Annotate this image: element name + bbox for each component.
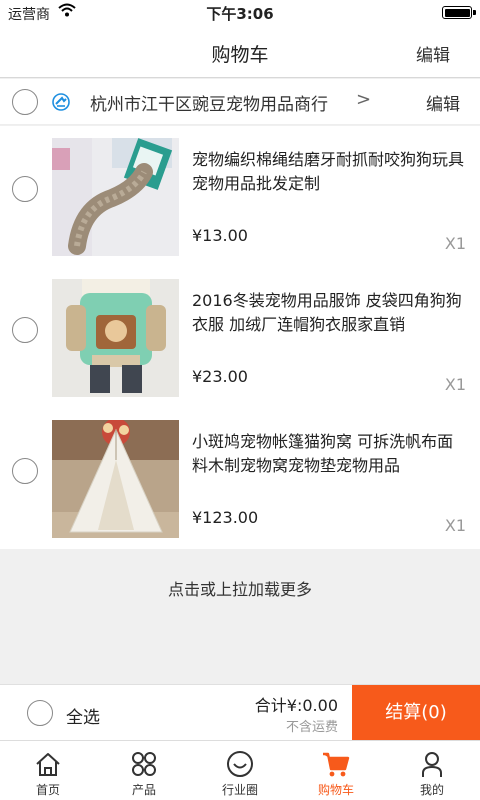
- cart-item: 小斑鸠宠物帐篷猫狗窝 可拆洗帆布面料木制宠物窝宠物垫宠物用品 ¥123.00 X…: [0, 408, 480, 549]
- tab-products-label: 产品: [131, 783, 156, 797]
- product-price: ¥123.00: [192, 508, 259, 527]
- tab-me[interactable]: 我的: [384, 741, 480, 800]
- user-icon: [422, 752, 442, 777]
- tab-me-label: 我的: [419, 783, 444, 797]
- product-quantity: X1: [444, 234, 466, 253]
- product-image[interactable]: [52, 420, 179, 538]
- tab-bar: 首页 产品 行业圈 购物车 我的: [0, 740, 480, 800]
- nav-bar: 购物车 编辑: [0, 26, 480, 78]
- tab-cart[interactable]: 购物车: [288, 741, 384, 800]
- checkout-button[interactable]: 结算(0): [352, 685, 480, 741]
- edit-button[interactable]: 编辑: [416, 41, 450, 66]
- battery-icon: [442, 6, 476, 19]
- clock: 下午3:06: [206, 5, 274, 23]
- select-all-radio[interactable]: [27, 700, 53, 726]
- tab-cart-label: 购物车: [317, 783, 354, 797]
- product-title[interactable]: 宠物编织棉绳结磨牙耐抓耐咬狗狗玩具宠物用品批发定制: [192, 148, 468, 196]
- shop-name-link[interactable]: 杭州市江干区豌豆宠物用品商行: [90, 90, 328, 115]
- cart-item: 宠物编织棉绳结磨牙耐抓耐咬狗狗玩具宠物用品批发定制 ¥13.00 X1: [0, 126, 480, 267]
- shipping-note: 不含运费: [285, 720, 338, 735]
- load-more-button[interactable]: 点击或上拉加载更多: [0, 576, 480, 600]
- tab-products[interactable]: 产品: [96, 741, 192, 800]
- product-price: ¥13.00: [192, 226, 248, 245]
- item-select-radio[interactable]: [12, 317, 38, 343]
- product-price: ¥23.00: [192, 367, 248, 386]
- select-all-label[interactable]: 全选: [66, 703, 100, 728]
- shop-header: 杭州市江干区豌豆宠物用品商行 > 编辑: [0, 79, 480, 125]
- chevron-right-icon[interactable]: >: [356, 89, 371, 110]
- tab-home-label: 首页: [35, 783, 60, 797]
- shop-icon: [52, 93, 70, 111]
- item-select-radio[interactable]: [12, 176, 38, 202]
- cart-item: 2016冬装宠物用品服饰 皮袋四角狗狗衣服 加绒厂连帽狗衣服家直销 ¥23.00…: [0, 267, 480, 408]
- smile-icon: [227, 751, 253, 777]
- product-quantity: X1: [444, 375, 466, 394]
- status-bar: 运营商 下午3:06: [0, 0, 480, 26]
- home-icon: [36, 753, 60, 776]
- shop-select-radio[interactable]: [12, 89, 38, 115]
- product-image[interactable]: [52, 279, 179, 397]
- shop-edit-button[interactable]: 编辑: [426, 90, 460, 115]
- tab-home[interactable]: 首页: [0, 741, 96, 800]
- product-quantity: X1: [444, 516, 466, 535]
- item-select-radio[interactable]: [12, 458, 38, 484]
- checkout-bar: 全选 合计¥:0.00 不含运费 结算(0): [0, 684, 480, 741]
- tab-industry[interactable]: 行业圈: [192, 741, 288, 800]
- grid-icon: [132, 752, 156, 776]
- total-price: 合计¥:0.00: [254, 696, 338, 715]
- cart-icon: [323, 752, 350, 777]
- tab-industry-label: 行业圈: [221, 783, 258, 797]
- product-title[interactable]: 2016冬装宠物用品服饰 皮袋四角狗狗衣服 加绒厂连帽狗衣服家直销: [192, 289, 468, 337]
- product-image[interactable]: [52, 138, 179, 256]
- product-title[interactable]: 小斑鸠宠物帐篷猫狗窝 可拆洗帆布面料木制宠物窝宠物垫宠物用品: [192, 430, 468, 478]
- page-title: 购物车: [211, 44, 269, 66]
